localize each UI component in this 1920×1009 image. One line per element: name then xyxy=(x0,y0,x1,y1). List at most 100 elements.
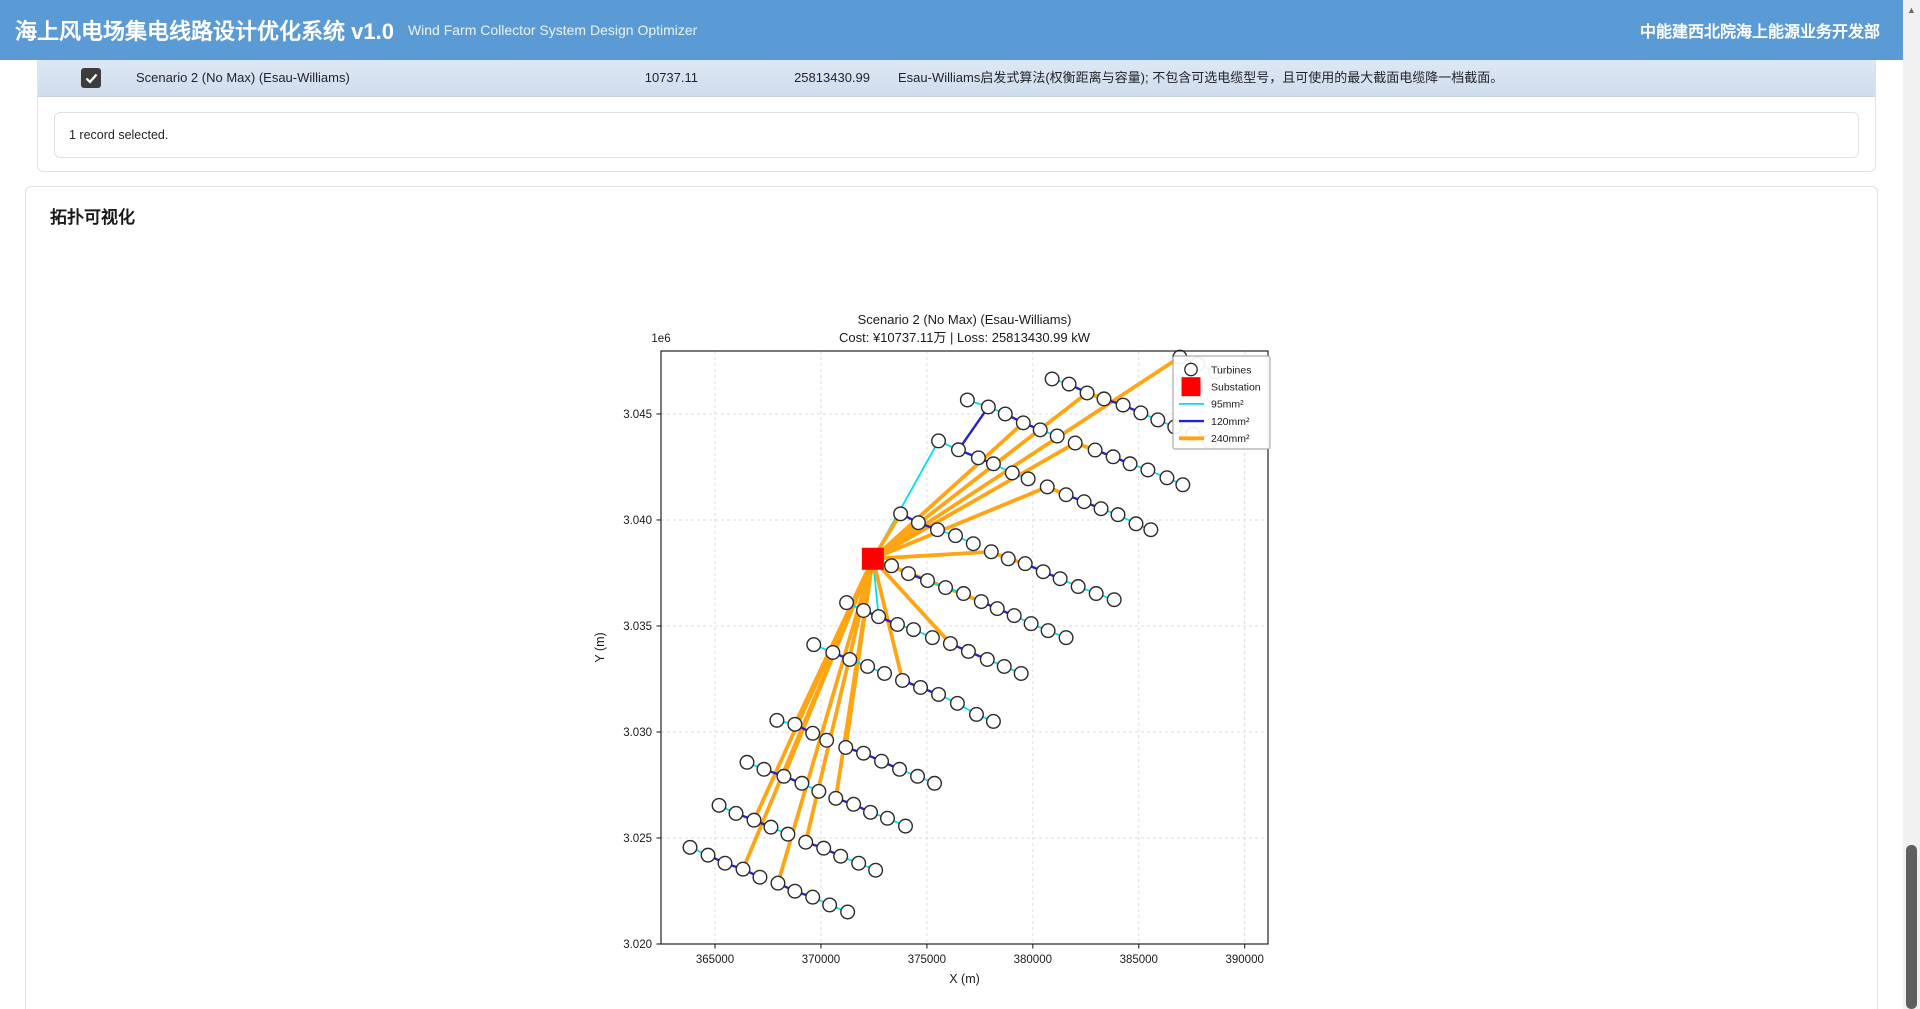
turbine-marker xyxy=(1016,416,1030,430)
turbine-marker xyxy=(812,785,826,799)
turbine-marker xyxy=(718,856,732,870)
svg-text:Turbines: Turbines xyxy=(1211,364,1251,376)
turbine-marker xyxy=(1062,377,1076,391)
turbine-marker xyxy=(980,653,994,667)
scrollbar-up-arrow[interactable]: ▲ xyxy=(1903,3,1920,17)
turbine-marker xyxy=(869,863,883,877)
turbine-marker xyxy=(1077,495,1091,509)
turbine-marker xyxy=(990,602,1004,616)
turbine-marker xyxy=(921,574,935,588)
substation-marker xyxy=(862,548,884,570)
svg-text:Substation: Substation xyxy=(1211,382,1261,394)
turbine-marker xyxy=(1123,457,1137,471)
cable-240 xyxy=(873,423,1023,559)
svg-text:3.020: 3.020 xyxy=(623,939,652,951)
turbine-marker xyxy=(894,507,908,521)
turbine-marker xyxy=(1045,372,1059,386)
turbine-marker xyxy=(1001,552,1015,566)
selection-footer-text: 1 record selected. xyxy=(69,128,168,142)
turbine-marker xyxy=(987,457,1001,471)
turbine-marker xyxy=(834,849,848,863)
turbine-marker xyxy=(1014,667,1028,681)
turbine-marker xyxy=(932,688,946,702)
svg-text:3.030: 3.030 xyxy=(623,727,652,739)
turbine-marker xyxy=(881,811,895,825)
turbine-marker xyxy=(975,595,989,609)
turbine-marker xyxy=(1033,423,1047,437)
turbine-marker xyxy=(1050,429,1064,443)
turbine-marker xyxy=(1134,406,1148,420)
turbine-marker xyxy=(839,741,853,755)
section-title: 拓扑可视化 xyxy=(50,203,135,228)
turbine-marker xyxy=(1141,463,1155,477)
turbine-marker xyxy=(1094,502,1108,516)
turbine-marker xyxy=(987,715,1001,729)
turbine-marker xyxy=(1040,480,1054,494)
turbine-marker xyxy=(902,567,916,581)
cable-120 xyxy=(958,407,988,450)
scrollbar-thumb[interactable] xyxy=(1906,845,1917,1009)
turbine-marker xyxy=(878,667,892,681)
svg-text:365000: 365000 xyxy=(696,954,734,966)
app-title: 海上风电场集电线路设计优化系统 v1.0 xyxy=(15,14,394,46)
svg-text:3.045: 3.045 xyxy=(623,409,652,421)
turbine-marker xyxy=(914,681,928,695)
turbine-marker xyxy=(806,890,820,904)
turbine-marker xyxy=(997,660,1011,674)
turbine-marker xyxy=(939,581,953,595)
turbine-marker xyxy=(817,841,831,855)
app-screen: 海上风电场集电线路设计优化系统 v1.0 Wind Farm Collector… xyxy=(0,0,1920,1009)
node-markers xyxy=(683,350,1222,918)
svg-text:95mm²: 95mm² xyxy=(1211,399,1244,411)
turbine-marker xyxy=(806,726,820,740)
svg-text:370000: 370000 xyxy=(802,954,840,966)
turbine-marker xyxy=(1097,392,1111,406)
turbine-marker xyxy=(807,638,821,652)
svg-text:3.040: 3.040 xyxy=(623,515,652,527)
selection-footer: 1 record selected. xyxy=(54,112,1859,158)
turbine-marker xyxy=(970,708,984,722)
turbine-marker xyxy=(788,884,802,898)
table-row[interactable]: Scenario 2 (No Max) (Esau-Williams) 1073… xyxy=(38,60,1875,97)
svg-text:385000: 385000 xyxy=(1120,954,1158,966)
turbine-marker xyxy=(1007,609,1021,623)
turbine-marker xyxy=(764,820,778,834)
scenario-loss: 25813430.99 xyxy=(718,60,870,96)
turbine-marker xyxy=(926,631,940,645)
turbine-marker xyxy=(891,618,905,632)
turbine-marker xyxy=(1129,517,1143,531)
turbine-marker xyxy=(931,523,945,537)
turbine-marker xyxy=(982,400,996,414)
turbine-marker xyxy=(1080,386,1094,400)
turbine-marker xyxy=(1089,587,1103,601)
turbine-marker xyxy=(1151,413,1165,427)
turbine-marker xyxy=(847,797,861,811)
cable-240 xyxy=(873,487,1047,559)
turbine-marker xyxy=(928,776,942,790)
turbine-marker xyxy=(1041,624,1055,638)
turbine-marker xyxy=(944,637,958,651)
svg-text:X (m): X (m) xyxy=(949,972,980,986)
chart-title: Scenario 2 (No Max) (Esau-Williams) xyxy=(858,312,1072,327)
row-checkbox[interactable] xyxy=(81,68,101,88)
turbine-marker xyxy=(949,529,963,543)
turbine-marker xyxy=(843,653,857,667)
turbine-marker xyxy=(747,813,761,827)
results-card: Scenario 2 (No Max) (Esau-Williams) 1073… xyxy=(37,60,1876,172)
org-name: 中能建西北院海上能源业务开发部 xyxy=(1640,18,1880,42)
topology-card: 拓扑可视化 3650003700003750003800003850003900… xyxy=(25,186,1878,1009)
turbine-marker xyxy=(795,776,809,790)
turbine-marker xyxy=(875,754,889,768)
turbine-marker xyxy=(1088,443,1102,457)
turbine-marker xyxy=(852,856,866,870)
chart-legend: TurbinesSubstation95mm²120mm²240mm² xyxy=(1173,356,1270,449)
turbine-marker xyxy=(1176,478,1190,492)
axes: 3650003700003750003800003850003900003.02… xyxy=(593,333,1264,986)
turbine-marker xyxy=(861,660,875,674)
turbine-marker xyxy=(712,799,726,813)
turbine-marker xyxy=(864,806,878,820)
svg-text:3.025: 3.025 xyxy=(623,833,652,845)
turbine-marker xyxy=(972,451,986,465)
turbine-marker xyxy=(820,733,834,747)
turbine-marker xyxy=(1059,488,1073,502)
